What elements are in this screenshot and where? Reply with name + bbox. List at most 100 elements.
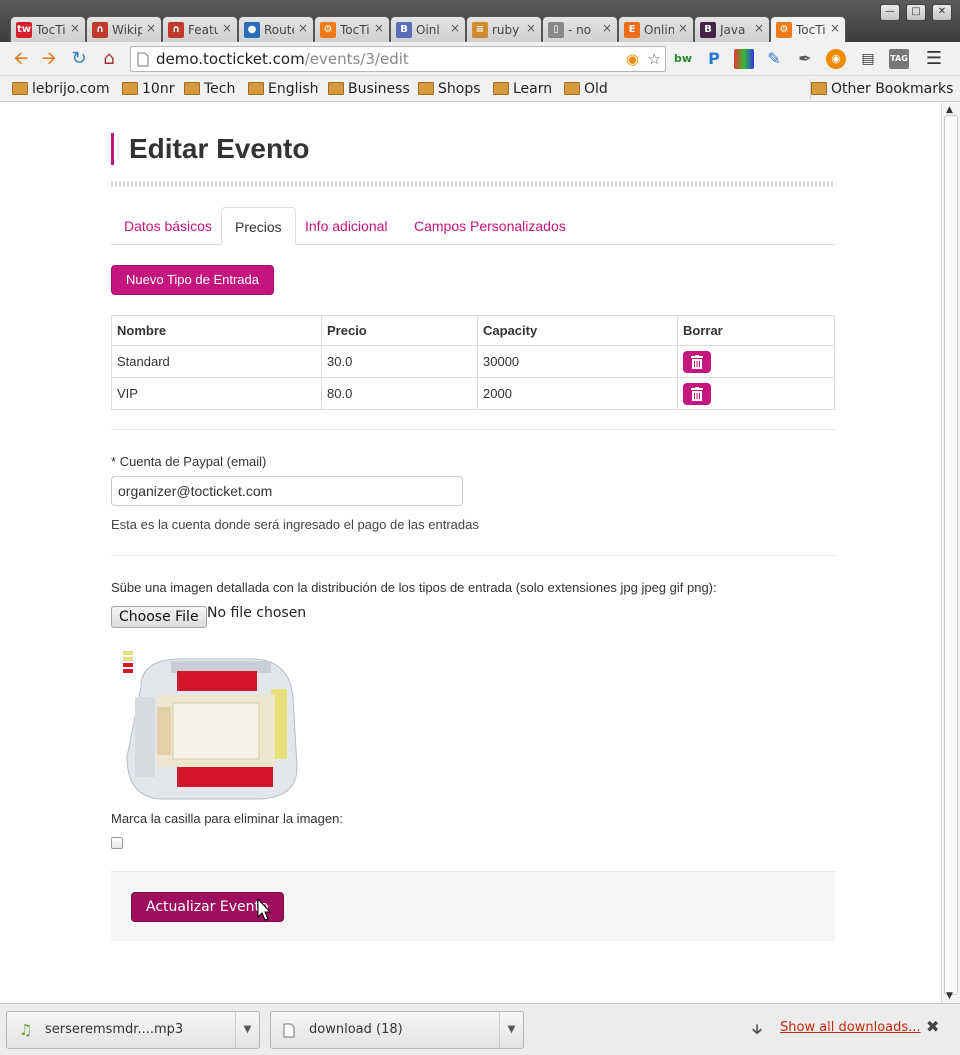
- delete-button[interactable]: [683, 382, 711, 405]
- browser-tab[interactable]: tw TocTicket ×: [10, 16, 86, 42]
- bookmark-label: Learn: [513, 81, 553, 97]
- download-name: download (18): [309, 1022, 403, 1037]
- folder-icon: [248, 82, 264, 95]
- tab-close-icon[interactable]: ×: [222, 21, 232, 35]
- tab-close-icon[interactable]: ×: [754, 21, 764, 35]
- browser-tab[interactable]: ▯ - no ×: [542, 16, 618, 42]
- forward-icon[interactable]: 🡪: [38, 48, 60, 70]
- ticket-capacity: 30000: [477, 345, 678, 378]
- upload-label: Sübe una imagen detallada con la distrib…: [111, 580, 717, 595]
- color-extension-icon[interactable]: [734, 49, 754, 69]
- bookmark-label: lebrijo.com: [32, 81, 110, 97]
- tab-title: TocTicket: [796, 23, 826, 37]
- browser-tab[interactable]: ⚙ TocTicket ×: [314, 16, 390, 42]
- file-icon: [283, 1023, 295, 1038]
- remove-image-checkbox[interactable]: [111, 837, 123, 849]
- home-icon[interactable]: ⌂: [98, 48, 120, 70]
- music-file-icon: ♫: [19, 1021, 33, 1039]
- ruler-icon[interactable]: ▤: [858, 49, 878, 69]
- show-all-downloads-link[interactable]: Show all downloads...: [780, 1020, 921, 1035]
- bw-extension-icon[interactable]: bw: [673, 49, 693, 69]
- download-item[interactable]: download (18) ▼: [270, 1011, 524, 1049]
- page-icon: [137, 52, 149, 67]
- chevron-down-icon[interactable]: ▼: [235, 1012, 259, 1048]
- tab-close-icon[interactable]: ×: [450, 21, 460, 35]
- browser-tab[interactable]: B Java ×: [694, 16, 770, 42]
- address-bar[interactable]: demo.tocticket.com/events/3/edit ◉ ☆: [130, 46, 666, 72]
- scroll-down-icon[interactable]: ▼: [946, 991, 953, 1001]
- bookmark-label: Shops: [438, 81, 481, 97]
- choose-file-button[interactable]: Choose File: [111, 606, 207, 628]
- bookmark-folder[interactable]: Learn: [493, 79, 552, 99]
- remove-image-label: Marca la casilla para eliminar la imagen…: [111, 811, 343, 826]
- tab-precios[interactable]: Precios: [221, 207, 296, 245]
- tab-close-icon[interactable]: ×: [146, 21, 156, 35]
- paypal-label: * Cuenta de Paypal (email): [111, 454, 266, 469]
- paypal-email-input[interactable]: [111, 476, 463, 506]
- tab-title: ruby: [492, 23, 520, 37]
- stack-icon: ≡: [472, 22, 488, 38]
- chevron-down-icon[interactable]: ▼: [499, 1012, 523, 1048]
- browser-tab[interactable]: B Oinl ×: [390, 16, 466, 42]
- minimize-button[interactable]: —: [880, 4, 900, 21]
- reload-icon[interactable]: ↻: [68, 48, 90, 70]
- tab-campos-personalizados[interactable]: Campos Personalizados: [401, 207, 579, 245]
- tab-close-icon[interactable]: ×: [526, 21, 536, 35]
- bookmark-folder[interactable]: Old: [564, 79, 608, 99]
- tab-close-icon[interactable]: ×: [298, 21, 308, 35]
- scroll-up-icon[interactable]: ▲: [946, 105, 953, 115]
- menu-icon[interactable]: ☰: [923, 48, 945, 70]
- bookmark-folder[interactable]: Business: [328, 79, 410, 99]
- close-window-button[interactable]: ✕: [932, 4, 952, 21]
- folder-icon: [184, 82, 200, 95]
- download-item[interactable]: ♫ serseremsmdr....mp3 ▼: [6, 1011, 260, 1049]
- back-icon[interactable]: 🡨: [10, 48, 32, 70]
- column-header-precio: Precio: [321, 315, 478, 346]
- tab-close-icon[interactable]: ×: [374, 21, 384, 35]
- vertical-scrollbar[interactable]: ▲ ▼: [941, 103, 960, 1003]
- ticket-name: Standard: [111, 345, 322, 378]
- browser-tab[interactable]: ⚙ TocTicket ×: [770, 16, 846, 43]
- tab-close-icon[interactable]: ×: [602, 21, 612, 35]
- folder-icon: [12, 82, 28, 95]
- tab-title: Online: [644, 23, 674, 37]
- folder-icon: [328, 82, 344, 95]
- shield-icon[interactable]: ◉: [626, 47, 639, 71]
- browser-tab[interactable]: ≡ ruby ×: [466, 16, 542, 42]
- eyedropper-icon[interactable]: ✒: [795, 49, 815, 69]
- target-extension-icon[interactable]: ◉: [826, 49, 846, 69]
- ticket-price: 30.0: [321, 345, 478, 378]
- column-header-borrar: Borrar: [677, 315, 835, 346]
- p-extension-icon[interactable]: P: [704, 49, 724, 69]
- delete-button[interactable]: [683, 350, 711, 373]
- browser-tab[interactable]: ● Routes ×: [238, 16, 314, 42]
- required-mark: *: [111, 454, 117, 469]
- tab-close-icon[interactable]: ×: [678, 21, 688, 35]
- bookmark-folder[interactable]: Shops: [418, 79, 481, 99]
- scrollbar-thumb[interactable]: [944, 115, 958, 995]
- tab-close-icon[interactable]: ×: [70, 21, 80, 35]
- url-path: /events/3/edit: [304, 50, 409, 68]
- new-ticket-type-button[interactable]: Nuevo Tipo de Entrada: [111, 265, 274, 295]
- maximize-button[interactable]: □: [906, 4, 926, 21]
- close-icon[interactable]: ✖: [926, 1017, 939, 1036]
- horseshoe-icon: ∩: [92, 22, 108, 38]
- bookmark-folder[interactable]: English: [248, 79, 319, 99]
- tab-info-adicional[interactable]: Info adicional: [292, 207, 401, 245]
- pencil-extension-icon[interactable]: ✎: [764, 49, 784, 69]
- browser-tab[interactable]: ∩ Wikipedia ×: [86, 16, 162, 42]
- browser-tab[interactable]: E Online ×: [618, 16, 694, 42]
- tab-close-icon[interactable]: ×: [830, 21, 840, 35]
- tab-datos-basicos[interactable]: Datos básicos: [111, 207, 225, 245]
- tab-title: Wikipedia: [112, 23, 142, 37]
- tag-extension-icon[interactable]: TAG: [889, 49, 909, 69]
- bookmark-folder[interactable]: 10nr: [122, 79, 174, 99]
- other-bookmarks[interactable]: Other Bookmarks: [810, 79, 953, 99]
- browser-tab[interactable]: ∩ Features ×: [162, 16, 238, 42]
- page-title: Editar Evento: [111, 133, 309, 165]
- star-icon[interactable]: ☆: [648, 47, 661, 71]
- bookmark-folder[interactable]: lebrijo.com: [12, 79, 110, 99]
- bookmark-folder[interactable]: Tech: [184, 79, 235, 99]
- bookmark-label: 10nr: [142, 81, 175, 97]
- paypal-help-text: Esta es la cuenta donde será ingresado e…: [111, 517, 479, 532]
